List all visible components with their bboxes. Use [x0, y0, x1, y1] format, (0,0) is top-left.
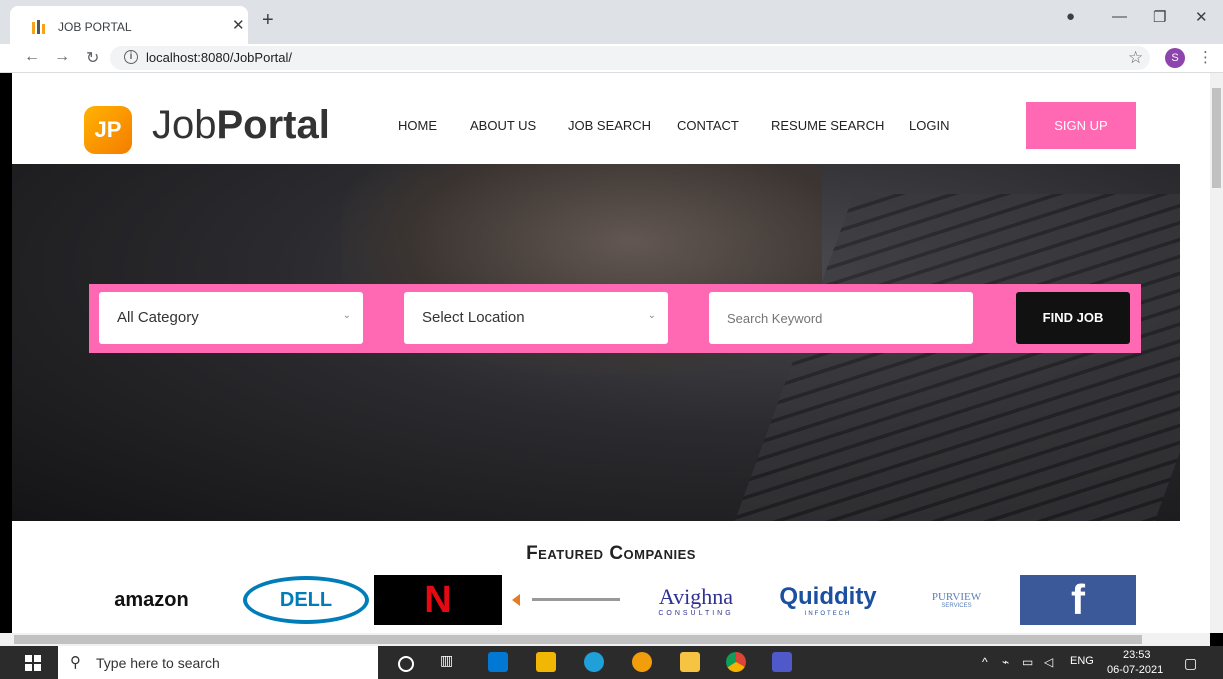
keyword-search-input[interactable]: [709, 292, 973, 344]
job-search-bar: All Category ⌄ Select Location ⌄ FIND JO…: [89, 284, 1141, 353]
favicon-icon: [32, 20, 45, 34]
avighna-logo[interactable]: Avighna CONSULTING: [632, 575, 760, 625]
new-tab-button[interactable]: +: [262, 10, 274, 30]
url-text[interactable]: localhost:8080/JobPortal/: [146, 50, 292, 65]
purview-logo[interactable]: PURVIEW SERVICES: [894, 575, 1019, 625]
info-icon[interactable]: i: [124, 50, 138, 64]
dell-logo[interactable]: DELL: [242, 575, 370, 625]
network-icon[interactable]: ⌁: [1002, 655, 1009, 669]
nav-login[interactable]: LOGIN: [909, 118, 949, 133]
signup-button[interactable]: SIGN UP: [1026, 102, 1136, 149]
menu-icon[interactable]: ⋮: [1198, 48, 1213, 66]
dell-logo-text: DELL: [243, 576, 369, 624]
taskbar-search-placeholder: Type here to search: [96, 655, 220, 671]
facebook-logo-text: f: [1071, 576, 1085, 623]
horizontal-scroll-thumb[interactable]: [14, 635, 1142, 644]
cortana-icon[interactable]: [398, 656, 414, 672]
file-explorer-icon[interactable]: [680, 652, 700, 672]
profile-dropdown-icon[interactable]: ●: [1066, 8, 1075, 25]
company-logos: amazon DELL N Avighna CONSULTING Quiddit…: [74, 575, 1136, 625]
logo-text-job: Job: [152, 103, 217, 147]
facebook-logo[interactable]: f: [1020, 575, 1136, 625]
taskbar-search-box[interactable]: ⚲ Type here to search: [58, 646, 378, 679]
reload-icon[interactable]: ↻: [86, 48, 99, 68]
bookmark-star-icon[interactable]: ☆: [1128, 48, 1143, 68]
nav-about-us[interactable]: ABOUT US: [470, 118, 536, 133]
purview-subtitle: SERVICES: [941, 603, 972, 609]
store-icon[interactable]: [536, 652, 556, 672]
tray-chevron-up-icon[interactable]: ^: [982, 655, 988, 669]
nav-home[interactable]: HOME: [398, 118, 437, 133]
nav-resume-search[interactable]: RESUME SEARCH: [771, 118, 884, 133]
search-icon: ⚲: [70, 654, 81, 671]
volume-icon[interactable]: ◁: [1044, 655, 1053, 669]
chrome-icon[interactable]: [726, 652, 746, 672]
quiddity-logo-text: Quiddity: [779, 583, 877, 610]
tab-title: JOB PORTAL: [58, 20, 132, 34]
netflix-logo-text: N: [424, 578, 452, 621]
edge-icon[interactable]: [584, 652, 604, 672]
amazon-logo[interactable]: amazon: [74, 575, 229, 625]
avighna-logo-text: Avighna: [658, 583, 734, 609]
logo-icon[interactable]: JP: [84, 106, 132, 154]
chevron-down-icon: ⌄: [647, 310, 656, 321]
featured-companies-title: Featured Companies: [526, 543, 696, 564]
page-left-edge: [0, 73, 12, 633]
profile-avatar[interactable]: S: [1165, 48, 1185, 68]
accolite-logo-icon: [511, 594, 620, 606]
chevron-down-icon: ⌄: [342, 310, 351, 321]
address-bar[interactable]: i localhost:8080/JobPortal/: [110, 46, 1150, 70]
clock-time[interactable]: 23:53: [1123, 649, 1151, 661]
browser-toolbar: ← → ↻ i localhost:8080/JobPortal/ ☆ S ⋮: [0, 44, 1223, 73]
back-icon[interactable]: ←: [24, 48, 40, 66]
vertical-scrollbar[interactable]: [1210, 73, 1223, 633]
netflix-logo[interactable]: N: [374, 575, 502, 625]
battery-icon[interactable]: ▭: [1022, 655, 1033, 669]
minimize-button[interactable]: —: [1112, 8, 1127, 25]
window-close-button[interactable]: ✕: [1195, 8, 1208, 26]
site-logo-text[interactable]: JobPortal: [152, 103, 330, 148]
mail-icon[interactable]: [488, 652, 508, 672]
hero-banner: All Category ⌄ Select Location ⌄ FIND JO…: [12, 164, 1180, 521]
restore-button[interactable]: ❐: [1153, 8, 1166, 26]
find-job-button[interactable]: FIND JOB: [1016, 292, 1130, 344]
brave-icon[interactable]: [632, 652, 652, 672]
forward-icon[interactable]: →: [54, 48, 70, 66]
avighna-subtitle: CONSULTING: [658, 609, 734, 617]
category-select[interactable]: All Category ⌄: [99, 292, 363, 344]
windows-taskbar: ⚲ Type here to search ▥ ^ ⌁ ▭ ◁ ENG 23:5…: [0, 646, 1223, 679]
browser-tab[interactable]: JOB PORTAL ✕: [10, 6, 248, 44]
notifications-icon[interactable]: ▢: [1184, 655, 1197, 672]
logo-text-portal: Portal: [216, 103, 330, 147]
location-value: Select Location: [422, 309, 525, 326]
site-header: JP JobPortal HOME ABOUT US JOB SEARCH CO…: [12, 73, 1210, 164]
quiddity-subtitle: INFOTECH: [804, 611, 852, 617]
nav-contact[interactable]: CONTACT: [677, 118, 739, 133]
category-value: All Category: [117, 309, 199, 326]
quiddity-logo[interactable]: Quiddity INFOTECH: [764, 575, 892, 625]
purview-logo-text: PURVIEW: [931, 591, 982, 603]
page-viewport: JP JobPortal HOME ABOUT US JOB SEARCH CO…: [0, 73, 1210, 633]
horizontal-scrollbar[interactable]: [0, 633, 1210, 646]
nav-job-search[interactable]: JOB SEARCH: [568, 118, 651, 133]
windows-start-icon[interactable]: [25, 655, 41, 671]
clock-date[interactable]: 06-07-2021: [1107, 664, 1163, 676]
task-view-icon[interactable]: ▥: [440, 652, 460, 672]
teams-icon[interactable]: [772, 652, 792, 672]
language-indicator[interactable]: ENG: [1070, 655, 1094, 667]
amazon-logo-text: amazon: [114, 588, 189, 611]
location-select[interactable]: Select Location ⌄: [404, 292, 668, 344]
vertical-scroll-thumb[interactable]: [1212, 88, 1221, 188]
browser-tabbar: JOB PORTAL ✕ + ● — ❐ ✕: [0, 0, 1223, 44]
accolite-logo[interactable]: [504, 575, 629, 625]
close-icon[interactable]: ✕: [232, 16, 245, 34]
